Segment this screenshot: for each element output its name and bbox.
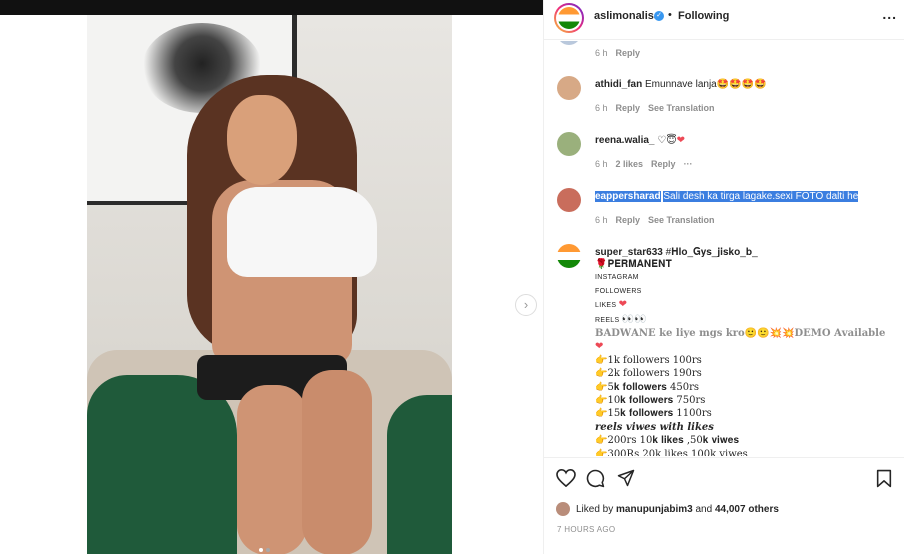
- comment-meta: 6 h 2 likes Reply ···: [595, 159, 693, 169]
- liked-by-user[interactable]: manupunjabim3: [616, 504, 693, 515]
- promo-line: LIKES: [595, 302, 619, 310]
- comments-list[interactable]: 6 h Reply athidi_fan Emunnave lanja🤩🤩🤩🤩 …: [544, 41, 904, 456]
- comment-body: #𝐇𝐥𝐨_𝐆𝐲𝐬_𝐣𝐢𝐬𝐤𝐨_𝐛_: [665, 247, 758, 258]
- carousel-dots: [259, 548, 270, 552]
- face: [227, 95, 297, 185]
- more-options-icon[interactable]: ...: [882, 6, 897, 22]
- comment-username[interactable]: reena.walia_: [595, 135, 654, 146]
- price-line: 👉2k followers 190rs: [595, 368, 702, 380]
- comment-text: reena.walia_ ♡😇❤: [595, 134, 895, 147]
- comment-time: 6 h: [595, 48, 608, 58]
- comment-avatar[interactable]: [557, 76, 581, 100]
- next-slide-button[interactable]: ›: [515, 294, 537, 316]
- comment-time: 6 h: [595, 215, 608, 225]
- comment-meta: 6 h Reply See Translation: [595, 103, 715, 113]
- price-line: 👉10𝐤 𝐟𝐨𝐥𝐥𝐨𝐰𝐞𝐫𝐬 750rs: [595, 395, 706, 407]
- avatar[interactable]: [554, 3, 584, 33]
- comment-username[interactable]: eappersharad: [595, 191, 661, 202]
- carousel-dot: [266, 548, 270, 552]
- white-top: [227, 187, 377, 277]
- following-button[interactable]: Following: [678, 10, 729, 22]
- comment-time: 6 h: [595, 103, 608, 113]
- eyes-emoji-icon: 👀👀: [621, 313, 647, 325]
- verified-badge-icon: ✓: [654, 11, 664, 21]
- comment-text: eappersharad Sali desh ka tirga lagake.s…: [595, 190, 895, 203]
- see-translation-button[interactable]: See Translation: [648, 103, 715, 113]
- comment-username[interactable]: super_star633: [595, 247, 663, 258]
- price-line: 👉200rs 10𝐤 𝐥𝐢𝐤𝐞𝐬 ,50𝐤 𝐯𝐢𝐰𝐞𝐬: [595, 435, 740, 447]
- reply-button[interactable]: Reply: [616, 48, 641, 58]
- comment-likes[interactable]: 2 likes: [616, 159, 644, 169]
- promo-comment-body: 🌹𝐏𝐄𝐑𝐌𝐀𝐍𝐄𝐍𝐓 INSTAGRAM FOLLOWERS LIKES ❤ R…: [595, 258, 895, 456]
- promo-line: FOLLOWERS: [595, 287, 642, 295]
- separator-dot: •: [668, 9, 672, 21]
- comment-avatar[interactable]: [557, 244, 581, 268]
- save-bookmark-icon[interactable]: [876, 469, 892, 488]
- comment-avatar[interactable]: [557, 41, 581, 45]
- comment-avatar[interactable]: [557, 188, 581, 212]
- leg-right: [302, 370, 372, 554]
- price-line: 👉300Rs 20k likes 100k viwes: [595, 448, 748, 456]
- flag-avatar-icon: [558, 7, 580, 29]
- top-bar: [0, 0, 543, 15]
- reply-button[interactable]: Reply: [651, 159, 676, 169]
- price-line: 👉15𝐤 𝐟𝐨𝐥𝐥𝐨𝐰𝐞𝐫𝐬 1100rs: [595, 408, 712, 420]
- promo-line: 🌹𝐏𝐄𝐑𝐌𝐀𝐍𝐄𝐍𝐓: [595, 259, 672, 270]
- promo-line: INSTAGRAM: [595, 274, 639, 282]
- comment-emoji: 🤩🤩🤩🤩: [716, 79, 767, 90]
- comment-body: ♡😇: [657, 135, 677, 146]
- comment-time: 6 h: [595, 159, 608, 169]
- comment-body: Sali desh ka tirga lagake.sexi FOTO dalt…: [663, 191, 859, 202]
- see-translation-button[interactable]: See Translation: [648, 215, 715, 225]
- reply-button[interactable]: Reply: [616, 215, 641, 225]
- like-heart-icon[interactable]: [556, 469, 576, 487]
- comment-avatar[interactable]: [557, 132, 581, 156]
- liked-by-label: Liked by: [576, 503, 614, 515]
- post-header: aslimonalisa ✓ • Following ...: [544, 0, 904, 40]
- promo-line: 𝐁𝐀𝐃𝐖𝐀𝐍𝐄 𝐤𝐞 𝐥𝐢𝐲𝐞 𝐦𝐠𝐬 𝐤𝐫𝐨🙂🙂💥💥𝐃𝐄𝐌𝐎 𝐀𝐯𝐚𝐢𝐥𝐚𝐛𝐥…: [595, 328, 886, 340]
- comment-username[interactable]: athidi_fan: [595, 79, 642, 90]
- comment-meta: 6 h Reply: [595, 48, 640, 58]
- pillow-right: [387, 395, 452, 554]
- leg-left: [237, 385, 307, 554]
- promo-line: REELS: [595, 316, 622, 324]
- comment-text: athidi_fan Emunnave lanja🤩🤩🤩🤩: [595, 78, 895, 91]
- post-photo[interactable]: [87, 15, 452, 554]
- comment-bubble-icon[interactable]: [586, 469, 605, 488]
- comment-meta: 6 h Reply See Translation: [595, 215, 715, 225]
- heart-emoji-icon: ❤: [618, 299, 627, 311]
- post-side-panel: aslimonalisa ✓ • Following ... 6 h Reply…: [543, 0, 904, 554]
- post-media: ›: [0, 15, 543, 554]
- carousel-dot-active: [259, 548, 263, 552]
- post-username[interactable]: aslimonalisa: [594, 10, 660, 22]
- pillow-left: [87, 375, 237, 554]
- liked-by-and: and: [695, 503, 713, 515]
- post-actions: Liked by manupunjabim3 and 44,007 others…: [544, 457, 904, 554]
- reply-button[interactable]: Reply: [616, 103, 641, 113]
- post-timestamp: 7 HOURS AGO: [557, 525, 616, 534]
- price-line: 👉1k followers 100rs: [595, 354, 702, 366]
- likes-summary: Liked by manupunjabim3 and 44,007 others: [556, 502, 779, 516]
- heart-emoji-icon: ❤: [676, 135, 686, 146]
- comment-body: Emunnave lanja: [645, 79, 717, 90]
- heart-emoji-icon: ❤: [595, 341, 604, 353]
- likes-count[interactable]: 44,007 others: [715, 504, 779, 515]
- price-line: 👉5𝐤 𝐟𝐨𝐥𝐥𝐨𝐰𝐞𝐫𝐬 450rs: [595, 381, 700, 393]
- liker-avatar[interactable]: [556, 502, 570, 516]
- comment-more-icon[interactable]: ···: [684, 159, 693, 169]
- share-send-icon[interactable]: [617, 469, 635, 487]
- promo-line: 𝒓𝒆𝒆𝒍𝒔 𝒗𝒊𝒘𝒆𝒔 𝒘𝒊𝒕𝒉 𝒍𝒊𝒌𝒆𝒔: [595, 421, 714, 433]
